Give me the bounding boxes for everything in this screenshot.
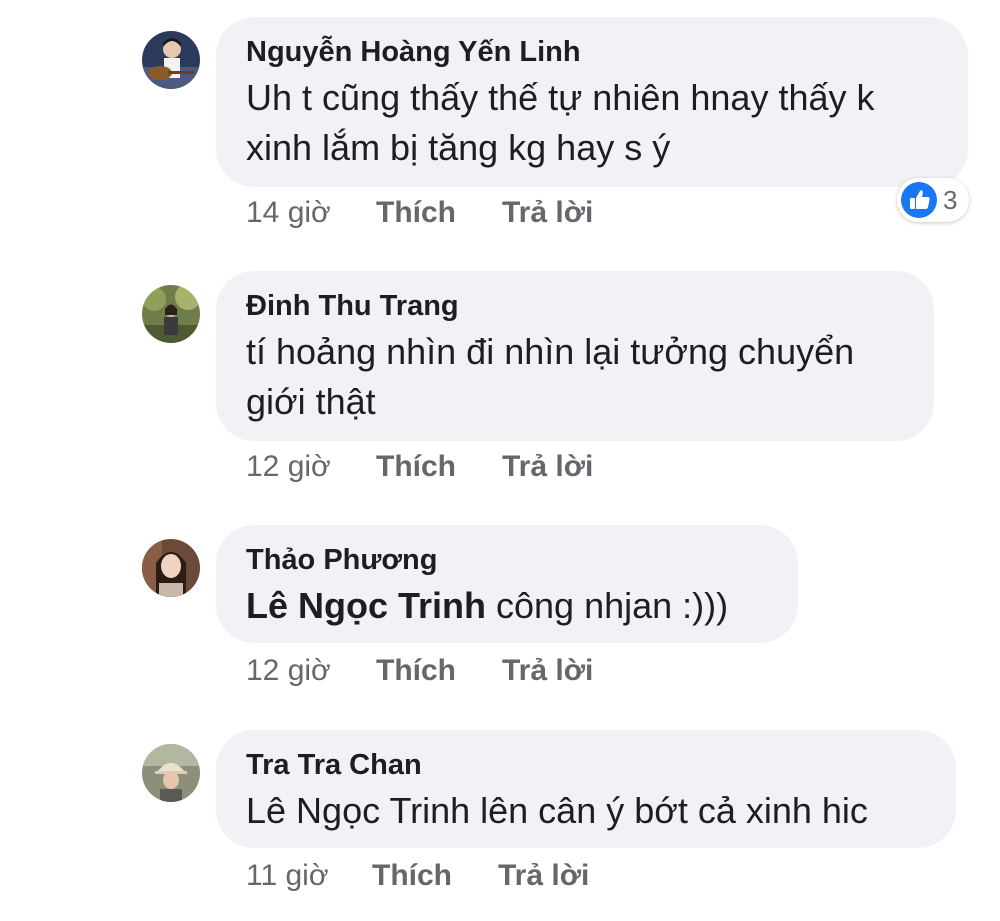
like-button[interactable]: Thích xyxy=(372,858,452,894)
reaction-summary[interactable]: 3 xyxy=(897,178,969,222)
comment-timestamp[interactable]: 12 giờ xyxy=(246,449,331,485)
like-icon xyxy=(901,182,937,218)
reply-button[interactable]: Trả lời xyxy=(502,195,593,231)
comment-text-body: công nhjan :))) xyxy=(486,585,729,626)
avatar[interactable] xyxy=(142,744,200,802)
comment-timestamp[interactable]: 11 giờ xyxy=(246,858,329,894)
mention-tag[interactable]: Lê Ngọc Trinh xyxy=(246,585,486,626)
avatar[interactable] xyxy=(142,31,200,89)
comment-author[interactable]: Đinh Thu Trang xyxy=(246,289,904,323)
comment-text: Lê Ngọc Trinh lên cân ý bớt cả xinh hic xyxy=(246,790,868,831)
like-button[interactable]: Thích xyxy=(376,195,456,231)
reply-button[interactable]: Trả lời xyxy=(502,449,593,485)
comment-text: tí hoảng nhìn đi nhìn lại tưởng chuyển g… xyxy=(246,331,855,422)
comment-bubble: Đinh Thu Trang tí hoảng nhìn đi nhìn lại… xyxy=(216,271,934,441)
comment-text: Uh t cũng thấy thế tự nhiên hnay thấy k … xyxy=(246,77,875,168)
reply-button[interactable]: Trả lời xyxy=(498,858,589,894)
reaction-count: 3 xyxy=(943,185,958,215)
reply-button[interactable]: Trả lời xyxy=(502,653,593,689)
avatar[interactable] xyxy=(142,539,200,597)
like-button[interactable]: Thích xyxy=(376,449,456,485)
comment-text: Lê Ngọc Trinh công nhjan :))) xyxy=(246,581,768,631)
like-button[interactable]: Thích xyxy=(376,653,456,689)
comment-author[interactable]: Nguyễn Hoàng Yến Linh xyxy=(246,35,938,69)
comment-timestamp[interactable]: 12 giờ xyxy=(246,653,331,689)
comment-bubble: Nguyễn Hoàng Yến Linh Uh t cũng thấy thế… xyxy=(216,17,968,187)
comment-bubble: Tra Tra Chan Lê Ngọc Trinh lên cân ý bớt… xyxy=(216,730,956,848)
avatar[interactable] xyxy=(142,285,200,343)
comment-timestamp[interactable]: 14 giờ xyxy=(246,195,331,231)
comment-author[interactable]: Tra Tra Chan xyxy=(246,748,926,782)
comment-author[interactable]: Thảo Phương xyxy=(246,543,768,577)
comment-bubble: Thảo Phương Lê Ngọc Trinh công nhjan :))… xyxy=(216,525,798,643)
